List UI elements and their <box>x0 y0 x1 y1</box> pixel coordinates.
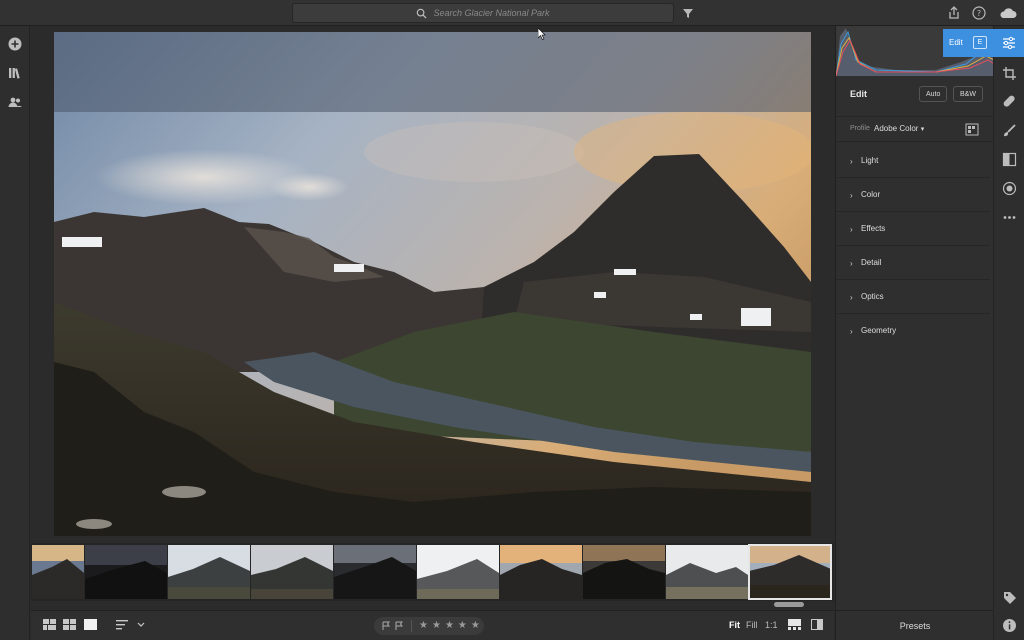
scrollbar-thumb[interactable] <box>774 602 804 607</box>
chevron-right-icon: › <box>850 259 853 268</box>
filmstrip-toggle-icon[interactable] <box>788 619 801 630</box>
profile-value: Adobe Color <box>874 124 919 133</box>
auto-button[interactable]: Auto <box>919 86 948 102</box>
filmstrip-thumb[interactable] <box>583 545 665 599</box>
section-detail[interactable]: › Detail <box>836 246 990 280</box>
rating-star[interactable]: ★ <box>458 621 467 631</box>
edit-title: Edit <box>850 89 867 99</box>
zoom-fill[interactable]: Fill <box>746 620 758 630</box>
section-color[interactable]: › Color <box>836 178 990 212</box>
filter-icon[interactable] <box>680 5 696 21</box>
chevron-right-icon: › <box>850 225 853 234</box>
detail-view-icon[interactable] <box>84 619 97 630</box>
divider <box>411 620 412 632</box>
bottom-toolbar: ★ ★ ★ ★ ★ Fit Fill 1:1 <box>31 610 834 640</box>
flag-pick-icon[interactable] <box>382 621 391 631</box>
tool-rail <box>993 26 1024 640</box>
filmstrip <box>31 543 834 601</box>
edit-panel: Edit Auto B&W Profile Adobe Color ▾ › Li… <box>835 26 994 640</box>
chevron-right-icon: › <box>850 157 853 166</box>
flag-reject-icon[interactable] <box>395 621 404 631</box>
filmstrip-thumb[interactable] <box>85 545 167 599</box>
keyword-tag-icon[interactable] <box>1002 590 1017 605</box>
add-photos-icon[interactable] <box>7 36 23 52</box>
filmstrip-scrollbar[interactable] <box>31 601 834 609</box>
bw-button[interactable]: B&W <box>953 86 983 102</box>
section-effects[interactable]: › Effects <box>836 212 990 246</box>
grid-icon[interactable] <box>63 619 76 630</box>
lightroom-window: Search Glacier National Park ? ★ ★ ★ ★ ★… <box>0 0 1024 640</box>
search-placeholder: Search Glacier National Park <box>433 8 550 18</box>
chevron-right-icon: › <box>850 293 853 302</box>
section-label: Effects <box>861 224 886 233</box>
chevron-down-icon[interactable] <box>137 622 145 628</box>
brush-icon[interactable] <box>1002 123 1017 138</box>
left-rail <box>0 26 30 640</box>
section-label: Light <box>861 156 879 165</box>
filmstrip-thumb[interactable] <box>666 545 748 599</box>
sort-icon[interactable] <box>116 619 130 630</box>
section-label: Detail <box>861 258 882 267</box>
zoom-fit[interactable]: Fit <box>729 620 740 630</box>
main-photo[interactable] <box>54 32 811 536</box>
filmstrip-thumb[interactable] <box>168 545 250 599</box>
mouse-cursor-icon <box>538 28 546 40</box>
rating-star[interactable]: ★ <box>445 621 454 631</box>
section-label: Color <box>861 190 881 199</box>
chevron-right-icon: › <box>850 327 853 336</box>
edit-tab-label: Edit <box>949 38 963 47</box>
chevron-right-icon: › <box>850 191 853 200</box>
library-icon[interactable] <box>7 65 23 81</box>
section-geometry[interactable]: › Geometry <box>836 314 990 348</box>
profile-label: Profile <box>850 125 870 132</box>
flag-rating-group: ★ ★ ★ ★ ★ <box>374 617 484 635</box>
rating-star[interactable]: ★ <box>471 621 480 631</box>
filmstrip-thumb-selected[interactable] <box>748 544 832 600</box>
share-icon[interactable] <box>946 5 962 21</box>
zoom-1to1[interactable]: 1:1 <box>765 620 778 630</box>
rating-star[interactable]: ★ <box>432 621 441 631</box>
help-icon[interactable]: ? <box>971 5 987 21</box>
edit-header: Edit Auto B&W <box>836 82 994 108</box>
top-bar: Search Glacier National Park ? <box>0 0 1024 26</box>
section-label: Geometry <box>861 326 897 335</box>
filmstrip-thumb[interactable] <box>32 545 84 599</box>
linear-gradient-icon[interactable] <box>1002 152 1017 167</box>
square-grid-icon[interactable] <box>43 619 56 630</box>
crop-icon[interactable] <box>1002 66 1017 81</box>
more-icon[interactable] <box>1002 210 1017 225</box>
compare-icon[interactable] <box>811 619 823 630</box>
filmstrip-thumb[interactable] <box>500 545 582 599</box>
search-icon <box>417 8 428 19</box>
filmstrip-thumb[interactable] <box>251 545 333 599</box>
radial-gradient-icon[interactable] <box>1002 181 1017 196</box>
filmstrip-thumb[interactable] <box>334 545 416 599</box>
info-icon[interactable] <box>1002 618 1017 633</box>
photo-canvas[interactable] <box>31 26 834 542</box>
svg-text:?: ? <box>977 9 981 18</box>
search-field[interactable]: Search Glacier National Park <box>292 3 674 23</box>
profile-row: Profile Adobe Color ▾ <box>836 116 994 142</box>
rating-star[interactable]: ★ <box>419 621 428 631</box>
section-optics[interactable]: › Optics <box>836 280 990 314</box>
profile-browser-icon[interactable] <box>965 123 979 136</box>
chevron-down-icon: ▾ <box>920 126 925 133</box>
filmstrip-thumb[interactable] <box>417 545 499 599</box>
cloud-icon[interactable] <box>998 5 1018 21</box>
edit-shortcut-badge: E <box>973 36 987 49</box>
people-icon[interactable] <box>7 94 23 110</box>
sliders-icon <box>1003 36 1015 50</box>
edit-tool-active[interactable]: Edit E <box>943 29 1024 57</box>
section-light[interactable]: › Light <box>836 144 990 178</box>
healing-brush-icon[interactable] <box>1002 94 1017 109</box>
profile-dropdown[interactable]: Adobe Color ▾ <box>874 124 924 133</box>
section-label: Optics <box>861 292 884 301</box>
presets-button[interactable]: Presets <box>836 610 994 640</box>
